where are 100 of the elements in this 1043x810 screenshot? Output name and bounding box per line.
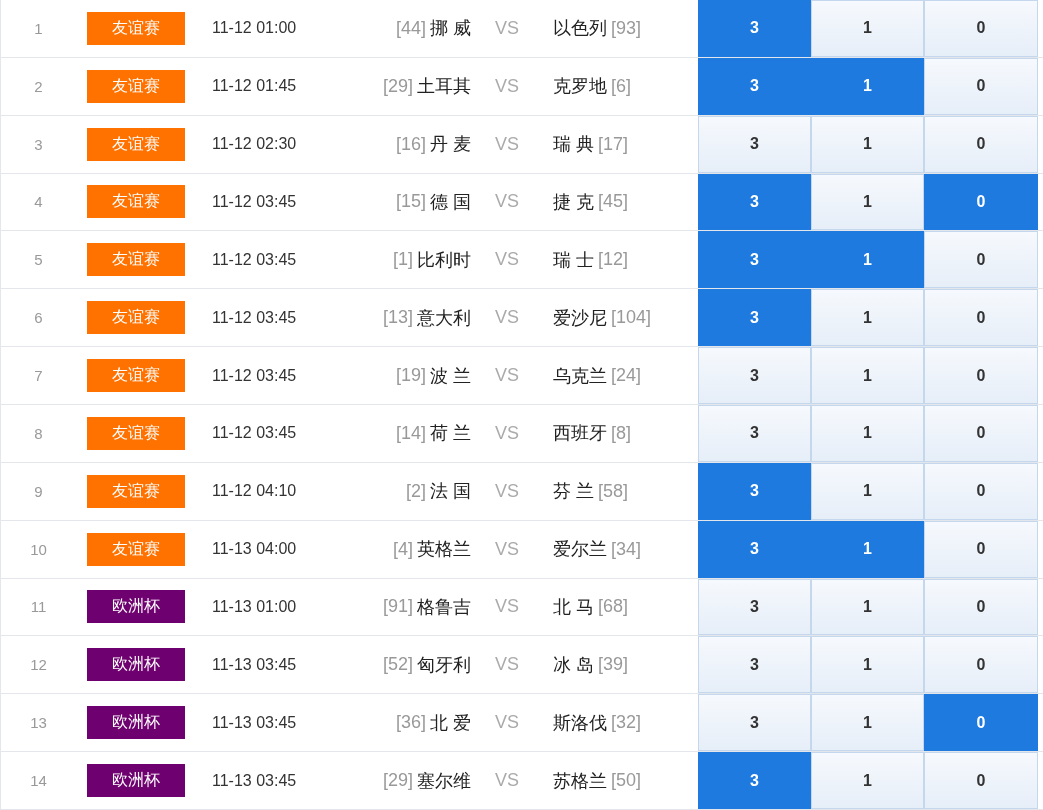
vs-label: VS <box>495 365 519 387</box>
away-team: 瑞 典 <box>553 133 594 157</box>
home-team: 波 兰 <box>430 364 471 388</box>
team-rank: [44] <box>395 17 426 39</box>
row-number: 6 <box>34 309 43 327</box>
vs-label: VS <box>495 422 519 444</box>
team-rank: [68] <box>598 596 629 618</box>
odds-option[interactable]: 1 <box>811 289 924 347</box>
row-number: 14 <box>30 772 47 790</box>
team-rank: [50] <box>611 770 642 792</box>
odds-option[interactable]: 0 <box>924 0 1038 57</box>
home-team: 比利时 <box>417 248 471 272</box>
odds-option[interactable]: 0 <box>924 405 1038 462</box>
odds-option[interactable]: 3 <box>698 578 811 636</box>
home-team: 北 爱 <box>430 711 471 735</box>
odds-option[interactable]: 1 <box>811 173 924 231</box>
team-rank: [34] <box>611 538 642 560</box>
match-time: 11-12 03:45 <box>211 250 298 269</box>
league-tag: 欧洲杯 <box>87 648 185 682</box>
team-rank: [1] <box>393 249 413 271</box>
vs-label: VS <box>495 307 519 329</box>
odds-option[interactable]: 0 <box>924 752 1038 809</box>
match-time: 11-13 03:45 <box>211 655 298 674</box>
home-team: 意大利 <box>417 306 471 330</box>
odds-option[interactable]: 3 <box>698 520 811 578</box>
odds-option[interactable]: 1 <box>811 462 924 520</box>
odds-option[interactable]: 3 <box>698 231 811 289</box>
odds-option[interactable]: 1 <box>811 520 924 578</box>
odds-option[interactable]: 0 <box>924 636 1038 694</box>
team-rank: [39] <box>598 654 629 676</box>
league-tag: 欧洲杯 <box>87 590 185 624</box>
odds-option[interactable]: 3 <box>698 462 811 520</box>
vs-label: VS <box>495 770 519 792</box>
team-rank: [6] <box>611 75 631 97</box>
team-rank: [29] <box>382 770 413 792</box>
team-rank: [17] <box>598 133 629 155</box>
odds-option[interactable]: 1 <box>811 0 924 57</box>
odds-option[interactable]: 0 <box>924 289 1038 347</box>
odds-option[interactable]: 1 <box>811 636 924 694</box>
match-time: 11-12 03:45 <box>211 308 298 327</box>
match-time: 11-12 03:45 <box>211 424 298 443</box>
row-number: 12 <box>30 656 47 674</box>
odds-option[interactable]: 1 <box>811 578 924 636</box>
league-tag: 友谊赛 <box>87 185 185 219</box>
league-tag: 友谊赛 <box>87 416 185 450</box>
odds-option[interactable]: 0 <box>924 115 1038 173</box>
away-team: 以色列 <box>553 17 607 41</box>
team-rank: [45] <box>598 191 629 213</box>
team-rank: [19] <box>395 365 426 387</box>
away-team: 乌克兰 <box>553 364 607 388</box>
away-team: 爱沙尼 <box>553 306 607 330</box>
row-number: 8 <box>34 424 43 442</box>
team-rank: [29] <box>382 75 413 97</box>
away-team: 克罗地 <box>553 75 607 99</box>
odds-option[interactable]: 1 <box>811 57 924 115</box>
odds-option[interactable]: 3 <box>698 347 811 404</box>
league-tag: 友谊赛 <box>87 11 185 45</box>
vs-label: VS <box>495 538 519 560</box>
match-time: 11-12 01:00 <box>211 19 298 38</box>
odds-option[interactable]: 0 <box>924 520 1038 578</box>
odds-option[interactable]: 3 <box>698 173 811 231</box>
team-rank: [15] <box>395 191 426 213</box>
row-number: 13 <box>30 714 47 732</box>
odds-option[interactable]: 1 <box>811 752 924 809</box>
team-rank: [13] <box>382 307 413 329</box>
odds-option[interactable]: 0 <box>924 462 1038 520</box>
vs-label: VS <box>495 191 519 213</box>
match-time: 11-12 03:45 <box>211 193 298 211</box>
odds-option[interactable]: 3 <box>698 289 811 347</box>
row-number: 3 <box>34 135 43 153</box>
odds-option[interactable]: 1 <box>811 231 924 289</box>
team-rank: [104] <box>611 307 652 329</box>
odds-option[interactable]: 1 <box>811 405 924 462</box>
team-rank: [32] <box>611 712 642 734</box>
odds-option[interactable]: 3 <box>698 0 811 57</box>
vs-label: VS <box>495 75 519 97</box>
odds-option[interactable]: 0 <box>924 173 1038 231</box>
odds-option[interactable]: 0 <box>924 694 1038 752</box>
away-team: 捷 克 <box>553 191 594 214</box>
away-team: 芬 兰 <box>553 480 594 504</box>
odds-option[interactable]: 1 <box>811 347 924 404</box>
odds-option[interactable]: 3 <box>698 405 811 462</box>
odds-option[interactable]: 3 <box>698 636 811 694</box>
odds-option[interactable]: 1 <box>811 694 924 752</box>
odds-option[interactable]: 3 <box>698 57 811 115</box>
away-team: 冰 岛 <box>553 653 594 677</box>
odds-option[interactable]: 0 <box>924 578 1038 636</box>
odds-option[interactable]: 0 <box>924 347 1038 404</box>
row-number: 5 <box>34 251 43 269</box>
odds-option[interactable]: 0 <box>924 57 1038 115</box>
odds-option[interactable]: 1 <box>811 115 924 173</box>
odds-option[interactable]: 3 <box>698 115 811 173</box>
home-team: 丹 麦 <box>430 133 471 157</box>
vs-label: VS <box>495 17 519 39</box>
team-rank: [58] <box>598 480 629 502</box>
odds-option[interactable]: 3 <box>698 752 811 809</box>
away-team: 瑞 士 <box>553 248 594 272</box>
vs-label: VS <box>495 654 519 676</box>
odds-option[interactable]: 3 <box>698 694 811 752</box>
odds-option[interactable]: 0 <box>924 231 1038 289</box>
